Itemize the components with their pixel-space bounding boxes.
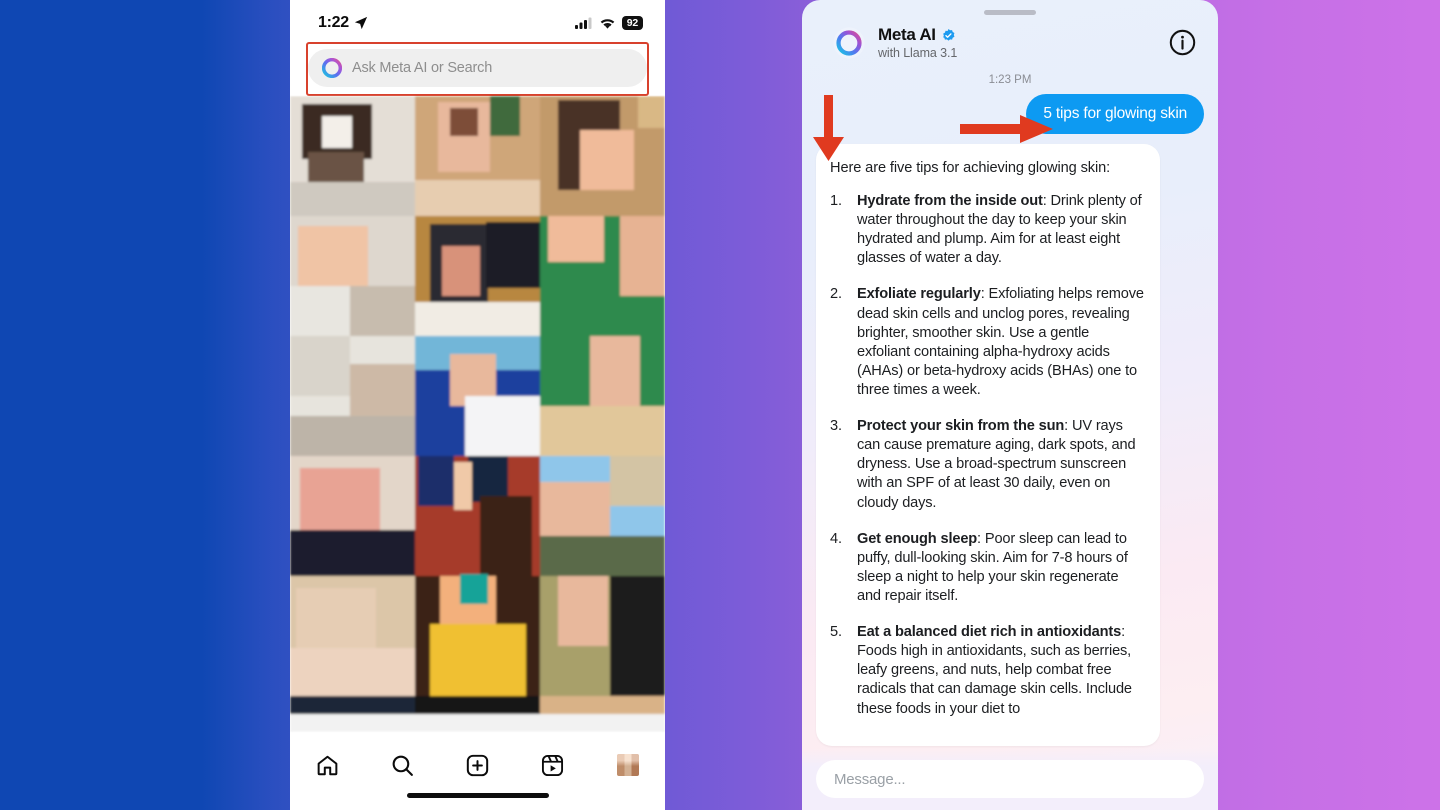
- chat-header: Meta AI with Llama 3.1: [802, 15, 1218, 70]
- list-item-title: Eat a balanced diet rich in antioxidants: [857, 624, 1122, 641]
- reels-icon: [541, 754, 564, 776]
- list-item-title: Get enough sleep: [857, 530, 978, 547]
- list-item-title: Protect your skin from the sun: [857, 418, 1065, 435]
- plus-square-icon: [466, 754, 489, 776]
- list-item: 5. Eat a balanced diet rich in antioxida…: [830, 623, 1144, 719]
- nav-item-profile[interactable]: [606, 748, 650, 782]
- message-input[interactable]: Message...: [816, 760, 1204, 798]
- search-bar-container[interactable]: Ask Meta AI or Search: [302, 42, 653, 96]
- chat-title-row: Meta AI: [878, 25, 1157, 45]
- bottom-navigation-bar[interactable]: [290, 734, 665, 810]
- chat-subtitle: with Llama 3.1: [878, 46, 958, 60]
- location-arrow-icon: [354, 16, 367, 30]
- list-item-title: Hydrate from the inside out: [857, 193, 1043, 209]
- photo-collage-grid[interactable]: [290, 96, 665, 732]
- status-time: 1:22: [318, 14, 349, 31]
- list-item-text: Eat a balanced diet rich in antioxidants…: [857, 623, 1144, 719]
- list-item-number: 3.: [830, 418, 842, 435]
- avatar: [616, 754, 639, 776]
- list-item-text: Get enough sleep: Poor sleep can lead to…: [857, 530, 1144, 606]
- chat-title-block: Meta AI with Llama 3.1: [878, 25, 1157, 60]
- list-item-number: 1.: [830, 193, 842, 209]
- list-item: 3. Protect your skin from the sun: UV ra…: [830, 417, 1144, 513]
- list-item: 1. Hydrate from the inside out: Drink pl…: [830, 192, 1144, 268]
- list-item-text: Protect your skin from the sun: UV rays …: [857, 417, 1144, 513]
- collage-pixelated-image: [290, 96, 665, 732]
- ai-response-bubble[interactable]: Here are five tips for achieving glowing…: [816, 144, 1160, 746]
- list-item-title: Exfoliate regularly: [857, 286, 981, 303]
- message-composer: Message...: [802, 748, 1218, 810]
- message-input-placeholder: Message...: [834, 770, 906, 788]
- meta-ai-chat-screen: Meta AI with Llama 3.1 1:23 PM 5 tips fo…: [802, 0, 1218, 810]
- list-item-text: Exfoliate regularly: Exfoliating helps r…: [857, 285, 1144, 400]
- list-item: 2. Exfoliate regularly: Exfoliating help…: [830, 285, 1144, 400]
- search-placeholder: Ask Meta AI or Search: [352, 60, 493, 76]
- home-icon: [317, 755, 338, 775]
- nav-item-reels[interactable]: [531, 748, 575, 782]
- user-message-bubble[interactable]: 5 tips for glowing skin: [1026, 94, 1204, 134]
- meta-ai-ring-icon: [322, 58, 342, 78]
- status-bar-left: 1:22: [318, 14, 368, 32]
- message-timestamp: 1:23 PM: [988, 74, 1032, 86]
- chat-thread: 1:23 PM 5 tips for glowing skin Here are…: [802, 74, 1218, 746]
- status-bar: 1:22 92: [290, 0, 665, 40]
- wifi-icon: [600, 18, 615, 29]
- list-item-text: Hydrate from the inside out: Drink plent…: [857, 192, 1144, 268]
- list-item-number: 4.: [830, 530, 842, 547]
- instagram-phone-screen: 1:22 92 Ask Meta AI or Search: [290, 0, 665, 810]
- battery-indicator: 92: [621, 15, 643, 31]
- list-item-number: 2.: [830, 286, 842, 303]
- list-item-body: : Exfoliating helps remove dead skin cel…: [857, 286, 1144, 398]
- list-item-number: 5.: [830, 624, 842, 641]
- nav-item-create[interactable]: [456, 748, 500, 782]
- ai-response-intro: Here are five tips for achieving glowing…: [830, 160, 1111, 176]
- info-circle-icon[interactable]: [1169, 29, 1196, 56]
- nav-item-search[interactable]: [381, 748, 425, 782]
- nav-item-home[interactable]: [306, 748, 350, 782]
- page-title: Meta AI: [878, 25, 936, 44]
- search-icon: [392, 755, 413, 776]
- cellular-signal-icon: [574, 17, 592, 29]
- search-input[interactable]: Ask Meta AI or Search: [308, 49, 647, 87]
- meta-ai-ring-icon: [833, 26, 865, 59]
- verified-badge-icon: [942, 28, 955, 41]
- status-bar-right: 92: [574, 15, 643, 31]
- user-message-row: 5 tips for glowing skin: [816, 94, 1204, 134]
- home-indicator: [406, 793, 549, 798]
- list-item: 4. Get enough sleep: Poor sleep can lead…: [830, 530, 1144, 606]
